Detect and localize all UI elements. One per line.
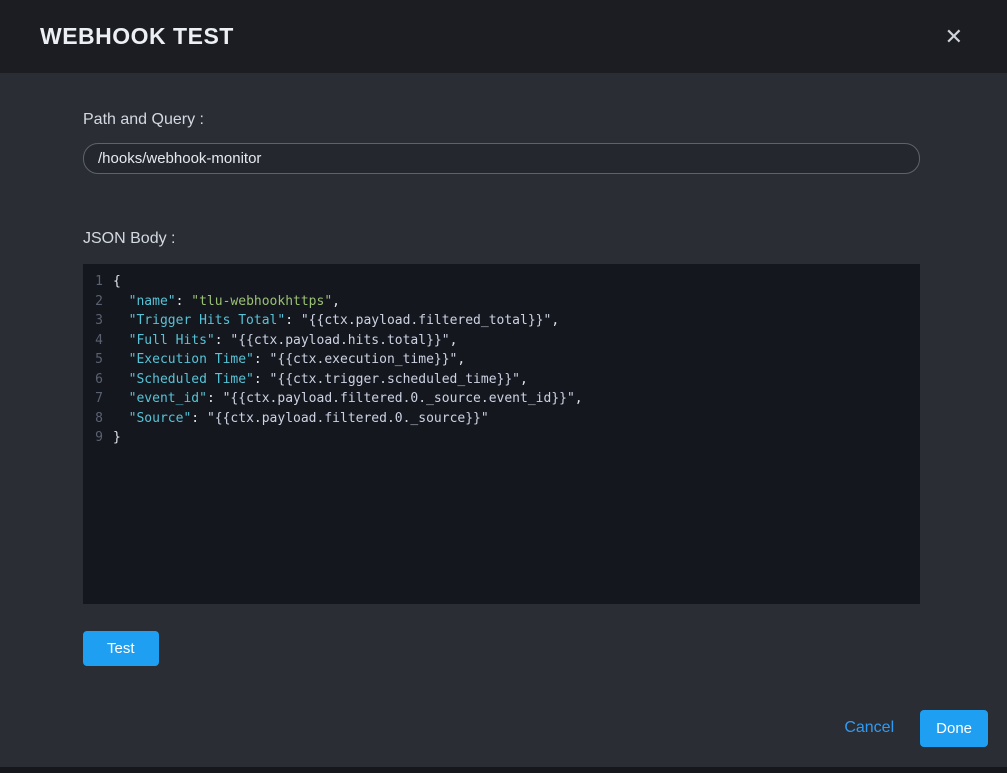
code-line: "name": "tlu-webhookhttps", <box>113 292 340 312</box>
line-number: 8 <box>83 409 113 429</box>
cancel-button[interactable]: Cancel <box>844 719 894 737</box>
line-number: 5 <box>83 350 113 370</box>
line-number: 6 <box>83 370 113 390</box>
editor-line: 6 "Scheduled Time": "{{ctx.trigger.sched… <box>83 370 920 390</box>
path-input[interactable] <box>83 143 920 174</box>
path-and-query-label: Path and Query : <box>83 111 920 129</box>
editor-line: 2 "name": "tlu-webhookhttps", <box>83 292 920 312</box>
modal-title: WEBHOOK TEST <box>40 23 234 50</box>
line-number: 4 <box>83 331 113 351</box>
code-line: "Source": "{{ctx.payload.filtered.0._sou… <box>113 409 489 429</box>
code-line: "Full Hits": "{{ctx.payload.hits.total}}… <box>113 331 457 351</box>
editor-line: 5 "Execution Time": "{{ctx.execution_tim… <box>83 350 920 370</box>
line-number: 1 <box>83 272 113 292</box>
modal-body: Path and Query : JSON Body : 1{2 "name":… <box>0 73 1007 695</box>
code-line: "event_id": "{{ctx.payload.filtered.0._s… <box>113 389 583 409</box>
modal-header: WEBHOOK TEST ✕ <box>0 0 1007 73</box>
test-button[interactable]: Test <box>83 631 159 666</box>
json-body-label: JSON Body : <box>83 230 920 248</box>
close-icon[interactable]: ✕ <box>941 22 967 52</box>
editor-line: 9} <box>83 428 920 448</box>
editor-line: 1{ <box>83 272 920 292</box>
editor-line: 4 "Full Hits": "{{ctx.payload.hits.total… <box>83 331 920 351</box>
webhook-test-modal: WEBHOOK TEST ✕ Path and Query : JSON Bod… <box>0 0 1007 773</box>
code-line: "Execution Time": "{{ctx.execution_time}… <box>113 350 465 370</box>
code-line: { <box>113 272 121 292</box>
editor-line: 7 "event_id": "{{ctx.payload.filtered.0.… <box>83 389 920 409</box>
editor-line: 3 "Trigger Hits Total": "{{ctx.payload.f… <box>83 311 920 331</box>
line-number: 9 <box>83 428 113 448</box>
line-number: 3 <box>83 311 113 331</box>
code-line: "Trigger Hits Total": "{{ctx.payload.fil… <box>113 311 559 331</box>
code-editor[interactable]: 1{2 "name": "tlu-webhookhttps",3 "Trigge… <box>83 264 920 604</box>
line-number: 7 <box>83 389 113 409</box>
modal-footer: Cancel Done <box>0 695 1007 767</box>
bottom-strip <box>0 767 1007 773</box>
done-button[interactable]: Done <box>920 710 988 747</box>
line-number: 2 <box>83 292 113 312</box>
editor-line: 8 "Source": "{{ctx.payload.filtered.0._s… <box>83 409 920 429</box>
code-line: } <box>113 428 121 448</box>
code-line: "Scheduled Time": "{{ctx.trigger.schedul… <box>113 370 528 390</box>
